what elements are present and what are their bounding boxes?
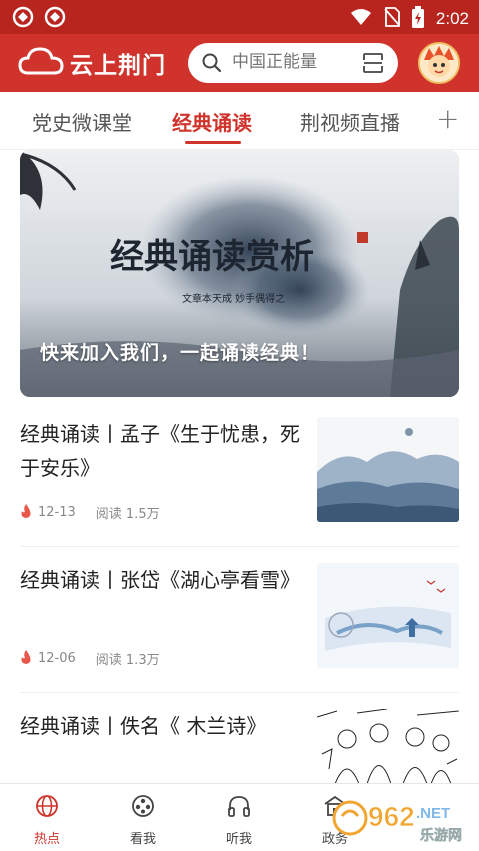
banner-art-subtitle: 文章本天成 妙手偶得之 [182, 292, 285, 305]
nav-label: 热点 [33, 832, 60, 847]
article-views: 阅读 1.3万 [95, 653, 160, 668]
cloud-logo-icon [18, 46, 64, 80]
app-header: 云上荆门 [0, 34, 479, 92]
no-sim-icon [384, 7, 400, 31]
user-avatar[interactable] [418, 42, 460, 84]
app-logo-text: 云上荆门 [70, 53, 166, 79]
app-logo: 云上荆门 [18, 46, 166, 80]
category-tabs: 党史微课堂 经典诵读 荆视频直播 + [0, 92, 479, 150]
add-tab-button[interactable]: + [436, 102, 459, 135]
search-icon [202, 53, 222, 77]
featured-banner[interactable]: 经典诵读赏析 文章本天成 妙手偶得之 快来加入我们，一起诵读经典！ [20, 150, 459, 397]
site-watermark: 962 .NET 乐游网 [330, 796, 475, 848]
status-bar: 2:02 [0, 0, 479, 34]
article-title: 经典诵读丨张岱《湖心亭看雪》 [20, 568, 300, 592]
watermark-suffix: .NET [416, 805, 450, 822]
tab-party-history[interactable]: 党史微课堂 [32, 107, 132, 136]
nav-label: 看我 [129, 832, 156, 847]
article-item[interactable]: 经典诵读丨张岱《湖心亭看雪》 12-06 阅读 1.3万 [20, 563, 459, 693]
article-title: 经典诵读丨孟子《生于忧患，死于安乐》 [20, 422, 300, 480]
tab-classic-reading[interactable]: 经典诵读 [172, 107, 252, 136]
article-thumbnail [317, 563, 459, 668]
active-tab-indicator [185, 141, 241, 144]
watermark-number: 962 [368, 801, 415, 832]
article-title: 经典诵读丨佚名《 木兰诗》 [20, 714, 267, 738]
hot-flame-icon [20, 649, 32, 668]
article-meta: 12-13 阅读 1.5万 [20, 503, 160, 522]
nav-listen[interactable]: 听我 [209, 794, 269, 847]
notification-app-icon [44, 6, 66, 32]
article-date: 12-13 [38, 505, 76, 520]
tab-video-live[interactable]: 荆视频直播 [300, 107, 400, 136]
article-item[interactable]: 经典诵读丨孟子《生于忧患，死于安乐》 12-13 阅读 1.5万 [20, 417, 459, 547]
search-bar[interactable] [188, 43, 398, 83]
wifi-icon [350, 8, 372, 30]
article-thumbnail [317, 417, 459, 522]
clock-time: 2:02 [435, 9, 469, 28]
nav-hot[interactable]: 热点 [17, 794, 77, 847]
notification-app-icon [12, 6, 34, 32]
hot-flame-icon [20, 503, 32, 522]
watermark-text: 乐游网 [420, 827, 462, 844]
article-date: 12-06 [38, 651, 76, 666]
banner-art-title: 经典诵读赏析 [110, 237, 314, 277]
globe-icon [17, 794, 77, 822]
scan-icon[interactable] [362, 52, 384, 78]
headphones-icon [209, 794, 269, 822]
article-views: 阅读 1.5万 [95, 507, 160, 522]
article-meta: 12-06 阅读 1.3万 [20, 649, 160, 668]
nav-watch[interactable]: 看我 [113, 794, 173, 847]
nav-label: 听我 [225, 832, 252, 847]
battery-charging-icon [411, 6, 424, 32]
film-reel-icon [113, 794, 173, 822]
banner-caption: 快来加入我们，一起诵读经典！ [40, 342, 321, 364]
search-input[interactable] [232, 52, 352, 72]
